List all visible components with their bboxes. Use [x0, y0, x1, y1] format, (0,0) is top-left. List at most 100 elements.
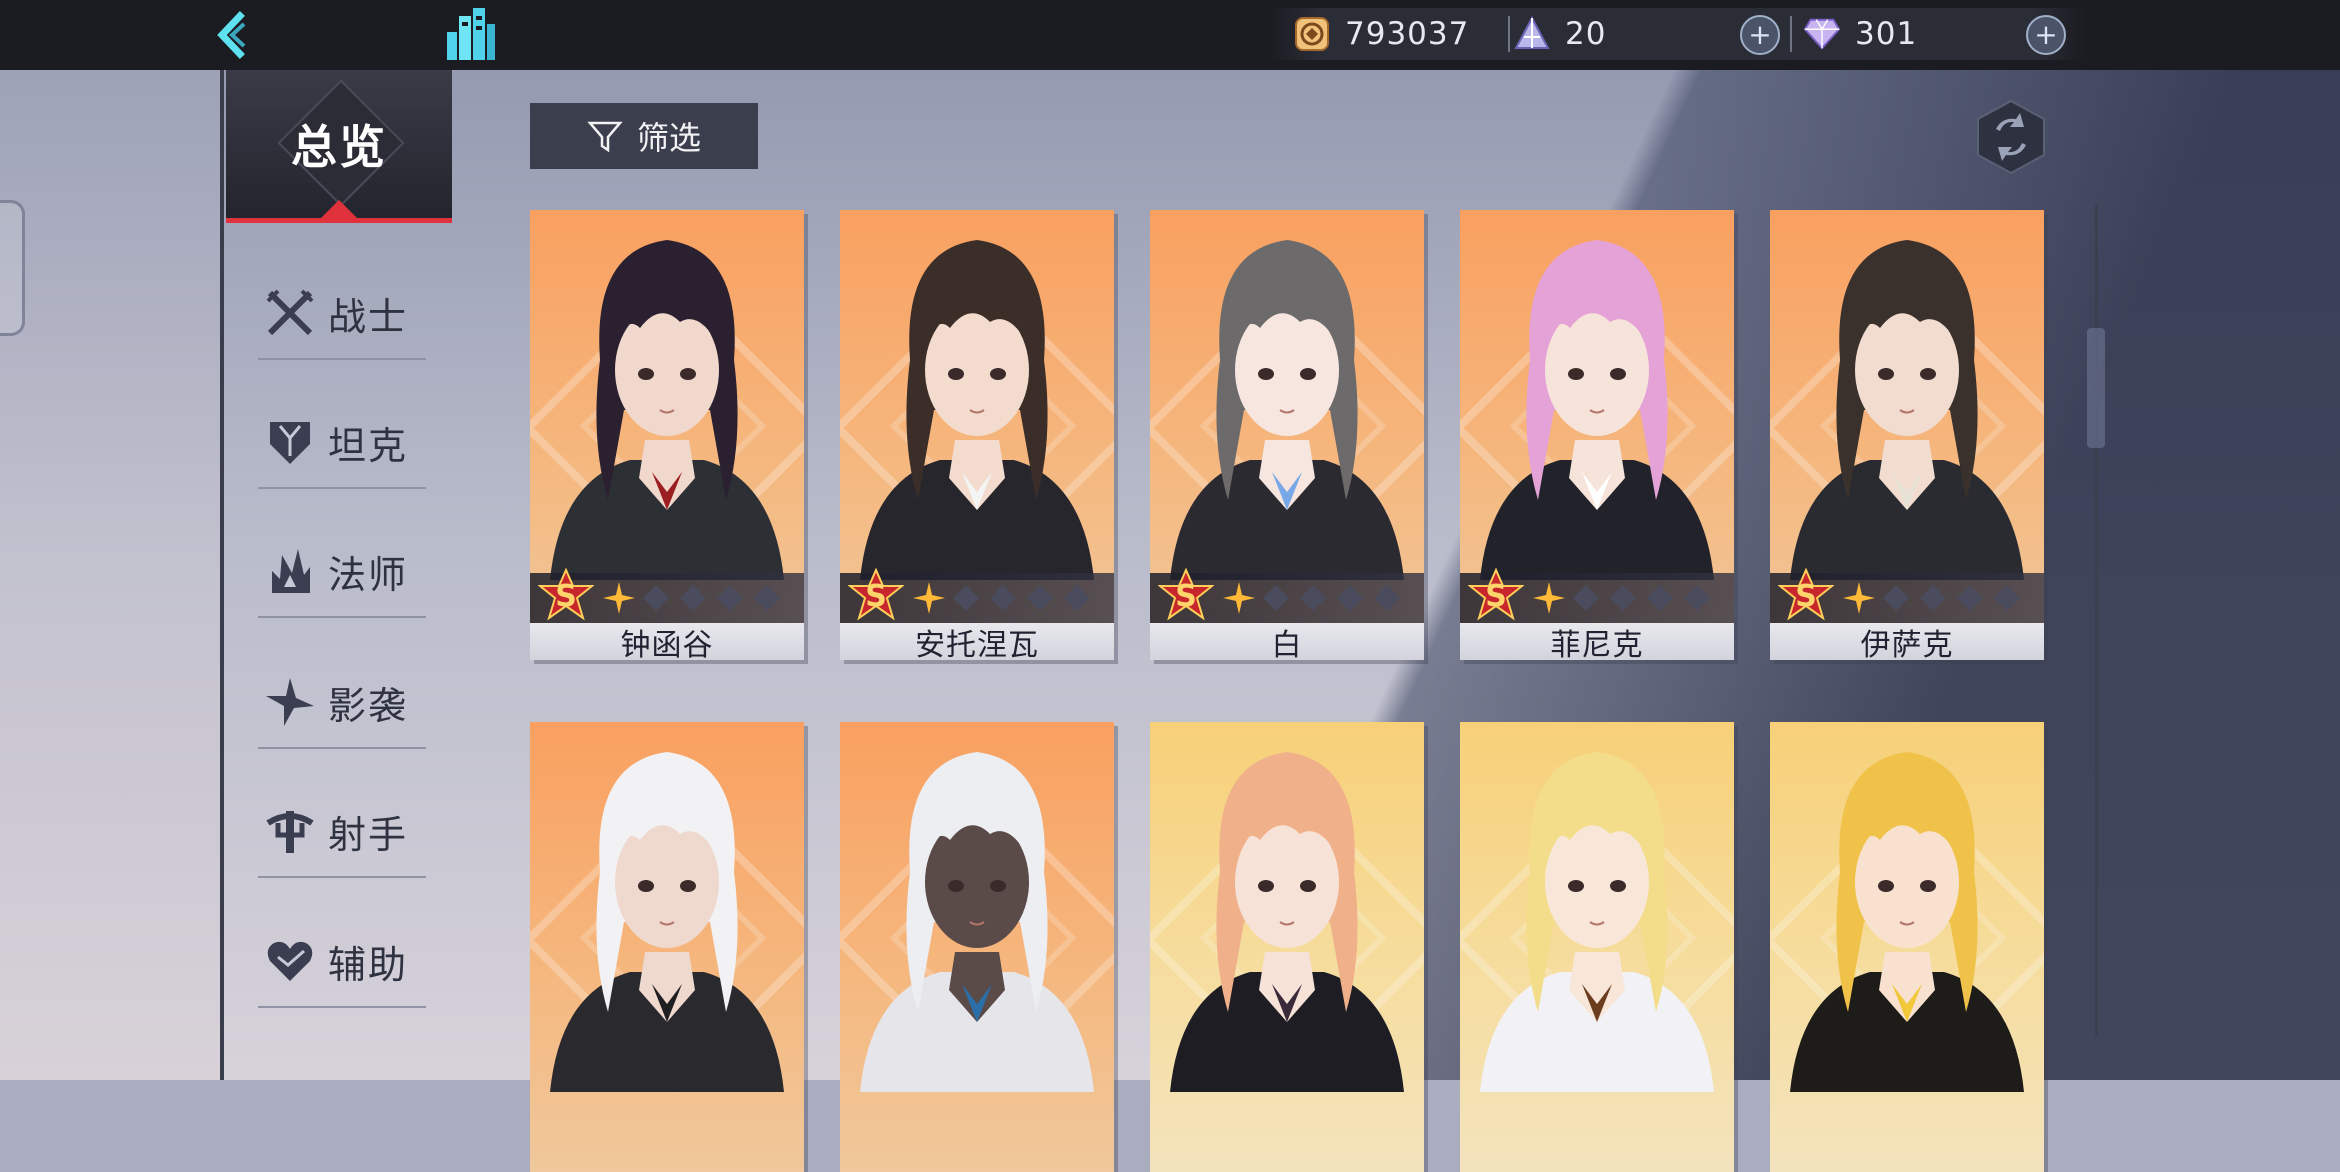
- nav-item-support[interactable]: 辅助: [258, 916, 426, 1008]
- character-card[interactable]: S 伊萨克: [1770, 210, 2044, 660]
- star-filled-icon: [1843, 582, 1875, 614]
- star-rating: [1222, 581, 1407, 615]
- rank-bar: S: [840, 568, 1114, 623]
- flame-icon: [262, 543, 318, 599]
- filter-label: 筛选: [636, 119, 701, 157]
- star-empty-icon: [990, 585, 1016, 611]
- character-name: 钟函谷: [530, 623, 804, 660]
- nav-item-warrior[interactable]: 战士: [258, 268, 426, 360]
- refresh-icon: [1977, 99, 2045, 175]
- left-panel-background: [0, 70, 222, 1080]
- character-card[interactable]: [1460, 722, 1734, 1172]
- character-card[interactable]: [1150, 722, 1424, 1172]
- nav-item-assassin[interactable]: 影袭: [258, 657, 426, 749]
- rank-label: S: [1795, 578, 1817, 614]
- star-empty-icon: [754, 585, 780, 611]
- side-drawer-handle[interactable]: [0, 200, 25, 336]
- crossed-swords-icon: [262, 285, 318, 341]
- top-bar: 793037 20 + 301 +: [0, 0, 2340, 70]
- rank-bar: S: [1770, 568, 2044, 623]
- character-portrait: [1790, 240, 2024, 580]
- character-name: 白: [1150, 623, 1424, 660]
- character-card[interactable]: S 钟函谷: [530, 210, 804, 660]
- star-empty-icon: [1573, 585, 1599, 611]
- add-diamond-button[interactable]: +: [2026, 15, 2066, 55]
- rank-bar: S: [530, 568, 804, 623]
- rank-badge-icon: S: [1778, 568, 1834, 624]
- character-card[interactable]: [1770, 722, 2044, 1172]
- character-card[interactable]: S 安托涅瓦: [840, 210, 1114, 660]
- plus-icon: +: [2034, 18, 2058, 51]
- star-empty-icon: [1610, 585, 1636, 611]
- rank-badge-icon: S: [1468, 568, 1524, 624]
- diamond-value: 301: [1855, 16, 1918, 52]
- scrollbar-thumb[interactable]: [2087, 328, 2105, 448]
- nav-item-label: 战士: [328, 294, 409, 339]
- gold-value: 793037: [1345, 16, 1470, 52]
- star-empty-icon: [1957, 585, 1983, 611]
- character-portrait: [1170, 240, 1404, 580]
- crystal-pyramid-icon: [1513, 15, 1551, 53]
- character-name: 安托涅瓦: [840, 623, 1114, 660]
- character-card[interactable]: [840, 722, 1114, 1172]
- gold-coin-icon: [1293, 15, 1331, 53]
- nav-item-label: 射手: [328, 812, 409, 857]
- nav-item-marksman[interactable]: 射手: [258, 786, 426, 878]
- star-empty-icon: [1337, 585, 1363, 611]
- star-empty-icon: [1027, 585, 1053, 611]
- left-divider: [220, 70, 224, 1080]
- star-rating: [912, 581, 1097, 615]
- rank-badge-icon: S: [538, 568, 594, 624]
- diamond-counter: 301: [1803, 8, 1917, 60]
- character-card[interactable]: S 菲尼克: [1460, 210, 1734, 660]
- star-empty-icon: [1647, 585, 1673, 611]
- rank-label: S: [555, 578, 577, 614]
- nav-item-tank[interactable]: 坦克: [258, 397, 426, 489]
- star-empty-icon: [1920, 585, 1946, 611]
- diamond-icon: [1803, 15, 1841, 53]
- nav-item-overview[interactable]: 总览: [226, 70, 452, 223]
- nav-item-label: 辅助: [328, 942, 409, 987]
- star-empty-icon: [680, 585, 706, 611]
- gold-counter: 793037: [1293, 8, 1469, 60]
- add-crystal-button[interactable]: +: [1740, 15, 1780, 55]
- star-empty-icon: [643, 585, 669, 611]
- character-portrait: [1790, 752, 2024, 1092]
- nav-item-mage[interactable]: 法师: [258, 526, 426, 618]
- separator: [1790, 16, 1792, 52]
- crossbow-icon: [262, 803, 318, 859]
- rank-bar: S: [1150, 568, 1424, 623]
- character-name: 伊萨克: [1770, 623, 2044, 660]
- separator: [1508, 16, 1510, 52]
- star-empty-icon: [1374, 585, 1400, 611]
- back-arrow-icon[interactable]: [205, 6, 265, 64]
- character-portrait: [1480, 240, 1714, 580]
- character-card[interactable]: [530, 722, 804, 1172]
- rank-label: S: [1485, 578, 1507, 614]
- rank-badge-icon: S: [848, 568, 904, 624]
- character-portrait: [1170, 752, 1404, 1092]
- rank-label: S: [1175, 578, 1197, 614]
- star-empty-icon: [1883, 585, 1909, 611]
- crystal-counter: 20: [1513, 8, 1606, 60]
- character-portrait: [860, 752, 1094, 1092]
- star-rating: [1842, 581, 2027, 615]
- crystal-value: 20: [1565, 16, 1607, 52]
- character-portrait: [550, 240, 784, 580]
- city-icon[interactable]: [440, 4, 500, 64]
- refresh-button[interactable]: [1975, 97, 2047, 177]
- character-portrait: [550, 752, 784, 1092]
- rank-badge-icon: S: [1158, 568, 1214, 624]
- star-empty-icon: [717, 585, 743, 611]
- character-card[interactable]: S白: [1150, 210, 1424, 660]
- star-rating: [1532, 581, 1717, 615]
- filter-button[interactable]: 筛选: [530, 103, 758, 169]
- star-empty-icon: [1064, 585, 1090, 611]
- star-empty-icon: [953, 585, 979, 611]
- nav-item-overview-label: 总览: [291, 120, 387, 174]
- star-filled-icon: [913, 582, 945, 614]
- shield-icon: [262, 414, 318, 470]
- heart-icon: [262, 933, 318, 989]
- plus-icon: +: [1748, 18, 1772, 51]
- rank-label: S: [865, 578, 887, 614]
